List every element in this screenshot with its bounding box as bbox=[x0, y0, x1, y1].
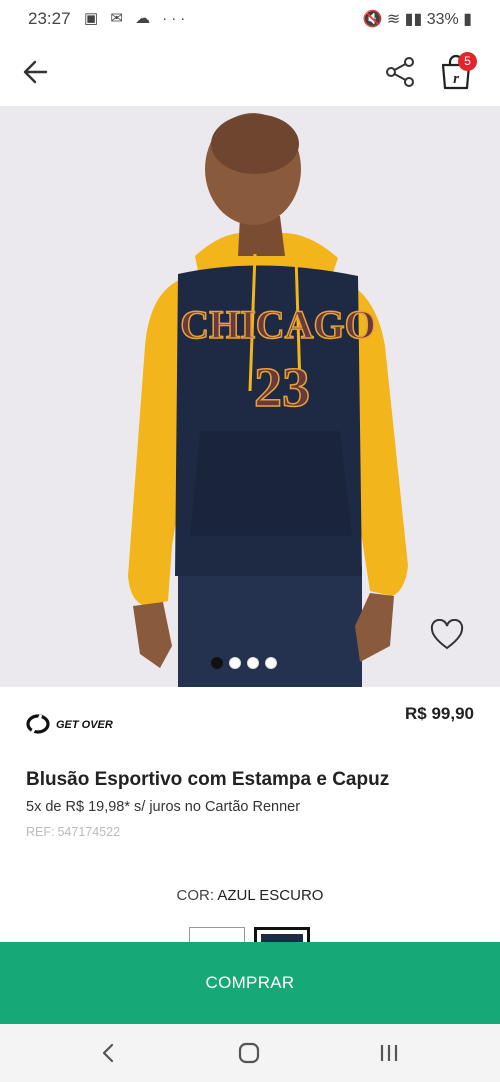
product-price: R$ 99,90 bbox=[405, 704, 474, 723]
product-title: Blusão Esportivo com Estampa e Capuz bbox=[26, 769, 390, 790]
gallery-dot[interactable] bbox=[229, 657, 241, 669]
product-photo-illustration: CHICAGO 23 bbox=[0, 106, 500, 687]
svg-text:r: r bbox=[453, 71, 459, 87]
color-value: AZUL ESCURO bbox=[217, 887, 324, 904]
print-text: CHICAGO bbox=[180, 302, 376, 347]
app-bar: r bbox=[0, 38, 500, 106]
share-icon[interactable] bbox=[382, 54, 418, 90]
gallery-dot[interactable] bbox=[211, 657, 223, 669]
ref-label: REF: bbox=[26, 825, 55, 839]
nav-recent-apps-icon[interactable] bbox=[376, 1040, 402, 1066]
status-bar: 23:27 ▣ ✉ ☁ ··· 🔇 ≋ ▮▮ 33% ▮ bbox=[0, 0, 500, 38]
gallery-dots bbox=[211, 657, 277, 669]
color-label: COR: bbox=[176, 887, 215, 904]
system-nav-bar bbox=[0, 1024, 500, 1082]
ref-value: 547174522 bbox=[57, 825, 121, 839]
product-ref: REF: 547174522 bbox=[26, 825, 120, 839]
nav-home-icon[interactable] bbox=[236, 1040, 262, 1066]
status-time: 23:27 bbox=[28, 9, 71, 28]
installments-text: 5x de R$ 19,98* s/ juros no Cartão Renne… bbox=[26, 799, 301, 815]
back-arrow-icon[interactable] bbox=[18, 54, 54, 90]
product-image[interactable]: CHICAGO 23 bbox=[0, 106, 500, 687]
status-right-icons: 🔇 ≋ ▮▮ 33% ▮ bbox=[362, 11, 472, 28]
brand-logo[interactable]: GET OVER bbox=[26, 712, 136, 736]
nav-back-icon[interactable] bbox=[96, 1040, 122, 1066]
cart-count-badge: 5 bbox=[458, 52, 477, 71]
brand-name: GET OVER bbox=[56, 719, 113, 731]
color-selector-label: COR: AZUL ESCURO bbox=[0, 887, 500, 904]
notification-icons: ▣ ✉ ☁ ··· bbox=[84, 10, 190, 27]
gallery-dot[interactable] bbox=[247, 657, 259, 669]
buy-button[interactable]: COMPRAR bbox=[0, 942, 500, 1024]
favorite-heart-icon[interactable] bbox=[430, 619, 464, 651]
gallery-dot[interactable] bbox=[265, 657, 277, 669]
print-number: 23 bbox=[254, 357, 310, 419]
